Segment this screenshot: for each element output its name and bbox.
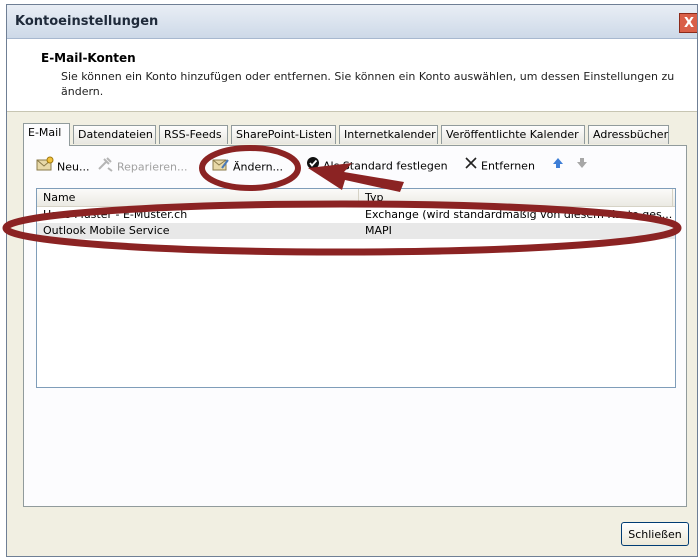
title-bar[interactable]: Kontoeinstellungen X (7, 5, 697, 39)
tab-address-books[interactable]: Adressbücher (588, 125, 669, 144)
remove-button-label: Entfernen (481, 159, 535, 173)
list-header: Name Typ (37, 189, 675, 207)
tab-rss-feeds[interactable]: RSS-Feeds (159, 125, 228, 144)
move-up-button[interactable] (552, 156, 567, 176)
arrow-up-icon (552, 156, 564, 177)
repair-button-label: Reparieren... (117, 160, 188, 174)
checkmark-icon (306, 156, 320, 177)
remove-icon (464, 156, 478, 177)
tab-sharepoint-lists[interactable]: SharePoint-Listen (231, 125, 336, 144)
tab-internet-calendars[interactable]: Internetkalender (339, 125, 438, 144)
close-icon[interactable]: X (679, 13, 697, 33)
change-button[interactable]: Ändern... (212, 156, 283, 176)
header-panel: E-Mail-Konten Sie können ein Konto hinzu… (7, 39, 697, 112)
section-title: E-Mail-Konten (41, 51, 136, 65)
account-type: Exchange (wird standardmäßig von diesem … (365, 208, 673, 221)
column-header-type[interactable]: Typ (359, 189, 673, 206)
tab-data-files[interactable]: Datendateien (73, 125, 156, 144)
new-button-label: Neu... (57, 160, 90, 174)
account-settings-dialog: Kontoeinstellungen X E-Mail-Konten Sie k… (6, 4, 698, 557)
list-item[interactable]: Hans Muster - E-Muster.ch Exchange (wird… (37, 207, 675, 223)
window-title: Kontoeinstellungen (15, 14, 159, 29)
column-header-name[interactable]: Name (37, 189, 359, 206)
list-item-selected[interactable]: Outlook Mobile Service MAPI (37, 223, 675, 239)
remove-button[interactable]: Entfernen (464, 156, 535, 176)
tab-email[interactable]: E-Mail (23, 123, 70, 146)
account-name: Hans Muster - E-Muster.ch (43, 208, 188, 221)
new-button[interactable]: Neu... (36, 156, 89, 176)
arrow-down-icon (576, 156, 588, 177)
set-default-button-label: Als Standard festlegen (323, 159, 448, 173)
move-down-button[interactable] (576, 156, 591, 176)
email-tab-panel: Neu... Reparieren... Ändern... Als Stand… (23, 145, 687, 507)
tab-published-calendars[interactable]: Veröffentlichte Kalender (441, 125, 585, 144)
section-description: Sie können ein Konto hinzufügen oder ent… (61, 70, 675, 98)
set-default-button[interactable]: Als Standard festlegen (306, 156, 448, 176)
repair-button[interactable]: Reparieren... (96, 156, 188, 176)
account-list[interactable]: Name Typ Hans Muster - E-Muster.ch Excha… (36, 188, 676, 388)
account-type: MAPI (365, 224, 392, 237)
change-button-label: Ändern... (233, 160, 284, 174)
account-name: Outlook Mobile Service (43, 224, 170, 237)
new-account-icon (36, 156, 54, 179)
close-button[interactable]: Schließen (621, 522, 689, 546)
account-toolbar: Neu... Reparieren... Ändern... Als Stand… (24, 154, 686, 178)
repair-icon (96, 156, 114, 179)
change-account-icon (212, 156, 230, 179)
